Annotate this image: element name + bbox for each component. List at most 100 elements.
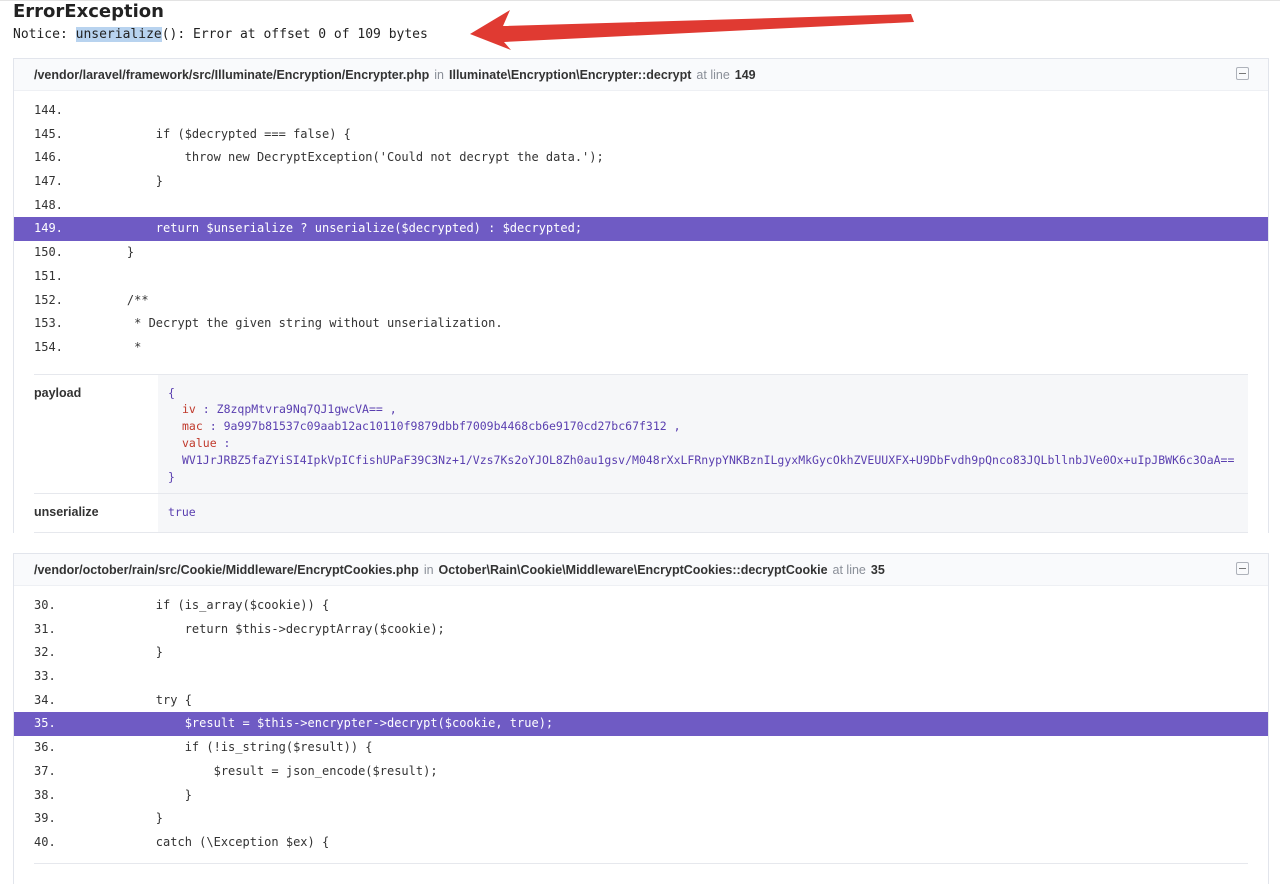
code-line-active: 149. return $unserialize ? unserialize($…	[14, 217, 1268, 242]
code-text: if ($decrypted === false) {	[98, 126, 351, 141]
code-line: 153. * Decrypt the given string without …	[14, 312, 1268, 336]
code-text: *	[98, 339, 142, 354]
code-text: $result = json_encode($result);	[98, 763, 438, 778]
line-number: 32.	[34, 645, 56, 660]
key-value: value	[182, 435, 217, 450]
line-number: 39.	[34, 811, 56, 826]
code-text: catch (\Exception $ex) {	[98, 834, 330, 849]
code-text: return $unserialize ? unserialize($decry…	[98, 221, 583, 236]
code-text: }	[98, 645, 164, 660]
frame-file-path: /vendor/laravel/framework/src/Illuminate…	[34, 67, 430, 82]
value-mac: 9a997b81537c09aab12ac10110f9879dbbf7009b…	[223, 419, 681, 434]
code-line: 152. /**	[14, 289, 1268, 313]
code-line: 144.	[14, 99, 1268, 123]
frame-arguments: payload { iv : Z8zqpMtvra9Nq7QJ1gwcVA== …	[34, 373, 1248, 534]
code-line-active: 35. $result = $this->encrypter->decrypt(…	[14, 712, 1268, 737]
code-line: 148.	[14, 194, 1268, 218]
line-number: 38.	[34, 787, 56, 802]
payload-iv: iv : Z8zqpMtvra9Nq7QJ1gwcVA== ,	[168, 401, 1238, 418]
brace-open: {	[168, 385, 175, 400]
line-number: 153.	[34, 316, 63, 331]
code-line: 31. return $this->decryptArray($cookie);	[14, 618, 1268, 642]
line-number: 145.	[34, 126, 63, 141]
code-line: 39. }	[14, 807, 1268, 831]
frame-header[interactable]: /vendor/laravel/framework/src/Illuminate…	[14, 59, 1268, 91]
message-suffix: (): Error at offset 0 of 109 bytes	[161, 27, 428, 42]
line-number: 31.	[34, 621, 56, 636]
code-line: 36. if (!is_string($result)) {	[14, 736, 1268, 760]
code-text: }	[98, 811, 164, 826]
line-number: 148.	[34, 197, 63, 212]
code-line: 151.	[14, 265, 1268, 289]
argument-row-unserialize: unserialize true	[34, 494, 1248, 534]
line-number: 149.	[34, 221, 63, 236]
code-line: 145. if ($decrypted === false) {	[14, 123, 1268, 147]
payload-mac: mac : 9a997b81537c09aab12ac10110f9879dbb…	[168, 418, 1238, 435]
highlighted-word: unserialize	[75, 27, 162, 42]
frame-at-line-label: at line	[696, 67, 730, 82]
line-number: 34.	[34, 692, 56, 707]
line-number: 30.	[34, 598, 56, 612]
key-iv: iv	[182, 402, 196, 417]
line-number: 36.	[34, 740, 56, 755]
line-number: 146.	[34, 150, 63, 165]
collapse-icon[interactable]	[1236, 562, 1249, 575]
code-text: /**	[98, 292, 149, 307]
code-text: return $this->decryptArray($cookie);	[98, 621, 445, 636]
code-line: 40. catch (\Exception $ex) {	[14, 831, 1268, 855]
frame-at-line-label: at line	[832, 562, 866, 577]
code-line: 154. *	[14, 336, 1268, 360]
code-text: }	[98, 787, 192, 802]
frame-class-method: Illuminate\Encryption\Encrypter::decrypt	[449, 67, 692, 82]
line-number: 37.	[34, 763, 56, 778]
frame-file-path: /vendor/october/rain/src/Cookie/Middlewa…	[34, 562, 419, 577]
exception-message: Notice: unserialize(): Error at offset 0…	[13, 27, 428, 42]
code-text: }	[98, 245, 135, 260]
line-number: 147.	[34, 174, 63, 189]
argument-row-payload: payload { iv : Z8zqpMtvra9Nq7QJ1gwcVA== …	[34, 374, 1248, 495]
code-text: if (!is_string($result)) {	[98, 740, 373, 755]
frame-header[interactable]: /vendor/october/rain/src/Cookie/Middlewa…	[14, 554, 1268, 586]
code-snippet: 144. 145. if ($decrypted === false) { 14…	[14, 91, 1268, 360]
code-snippet: 30. if (is_array($cookie)) { 31. return …	[14, 586, 1268, 855]
separator: :	[195, 402, 210, 417]
code-text: if (is_array($cookie)) {	[98, 598, 330, 612]
message-prefix: Notice:	[13, 27, 76, 42]
separator: :	[202, 419, 217, 434]
frame-class-method: October\Rain\Cookie\Middleware\EncryptCo…	[438, 562, 828, 577]
code-line: 150. }	[14, 241, 1268, 265]
frame-in-label: in	[434, 67, 444, 82]
frame-in-label: in	[423, 562, 434, 577]
collapse-icon[interactable]	[1236, 67, 1249, 80]
code-line: 37. $result = json_encode($result);	[14, 760, 1268, 784]
payload-value-key: value :	[168, 435, 1238, 452]
key-mac: mac	[182, 419, 203, 434]
line-number: 152.	[34, 292, 63, 307]
line-number: 151.	[34, 268, 63, 283]
code-text: * Decrypt the given string without unser…	[98, 316, 503, 331]
argument-value: { iv : Z8zqpMtvra9Nq7QJ1gwcVA== , mac : …	[158, 374, 1248, 494]
code-text: }	[98, 174, 164, 189]
code-text: try {	[98, 692, 192, 707]
arrow-left-icon	[470, 10, 914, 50]
frame-line-number: 35	[870, 562, 885, 577]
argument-name: payload	[34, 385, 82, 400]
payload-value: WV1JrJRBZ5faZYiSI4IpkVpICfishUPaF39C3Nz+…	[182, 452, 1235, 467]
value-iv: Z8zqpMtvra9Nq7QJ1gwcVA== ,	[216, 402, 397, 417]
line-number: 150.	[34, 245, 63, 260]
code-text: $result = $this->encrypter->decrypt($coo…	[98, 716, 554, 731]
frame-arguments-start	[34, 862, 1248, 884]
code-line: 38. }	[14, 784, 1268, 808]
code-line: 34. try {	[14, 689, 1268, 713]
code-line: 30. if (is_array($cookie)) {	[14, 594, 1268, 618]
top-divider	[0, 0, 1280, 1]
separator: :	[216, 435, 231, 450]
code-line: 33.	[14, 665, 1268, 689]
line-number: 154.	[34, 339, 63, 354]
exception-title: ErrorException	[13, 1, 164, 22]
line-number: 35.	[34, 716, 56, 731]
line-number: 40.	[34, 834, 56, 849]
